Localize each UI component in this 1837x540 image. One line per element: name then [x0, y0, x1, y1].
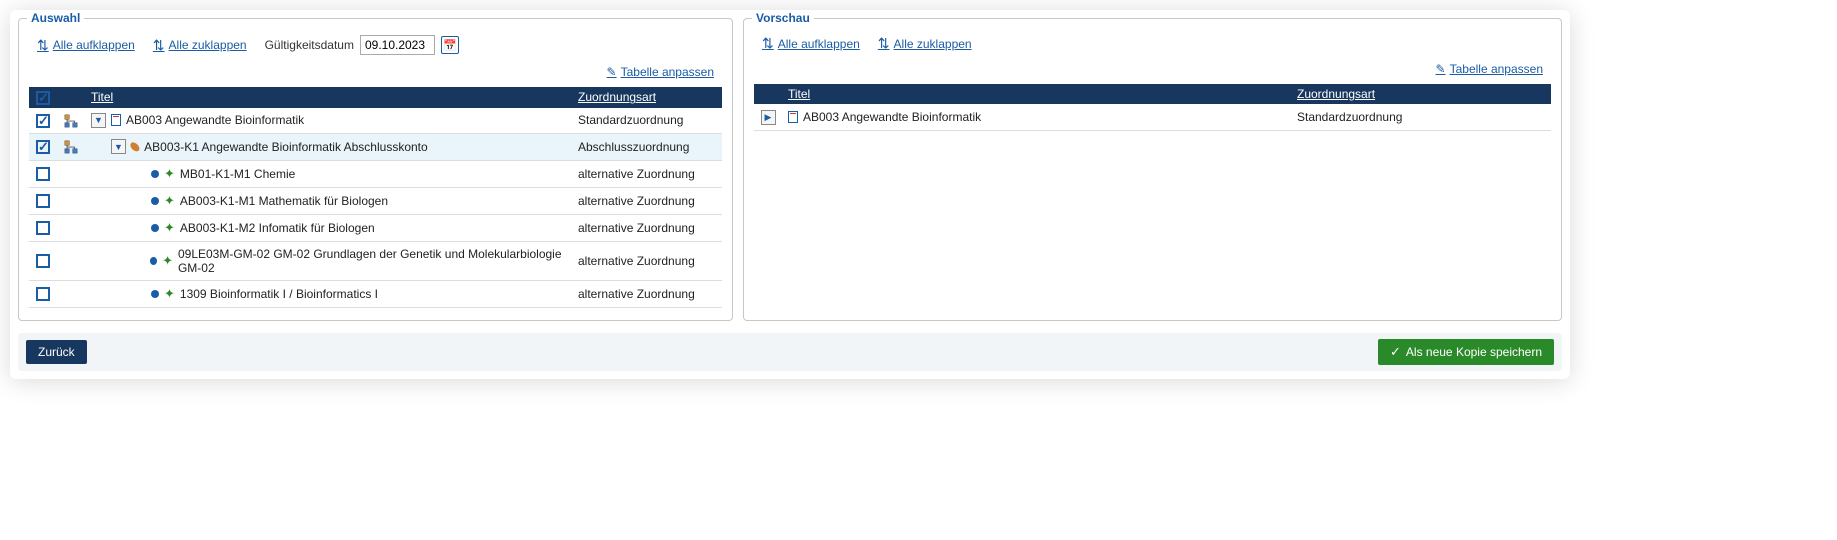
auswahl-title: Auswahl: [27, 11, 84, 25]
row-title: 09LE03M-GM-02 GM-02 Grundlagen der Genet…: [178, 247, 566, 275]
preview-row[interactable]: ▶ AB003 Angewandte Bioinformatik Standardz…: [754, 104, 1551, 131]
title-header[interactable]: Titel: [85, 87, 572, 108]
hierarchy-icon: [64, 139, 78, 153]
expand-toggle[interactable]: ▼: [91, 113, 106, 128]
row-title: 1309 Bioinformatik I / Bioinformatics I: [180, 287, 378, 301]
preview-assignment-type-header[interactable]: Zuordnungsart: [1291, 84, 1551, 104]
table-row[interactable]: ✦ MB01-K1-M1 Chemie alternative Zuordnung: [29, 160, 722, 187]
row-checkbox[interactable]: [36, 114, 50, 128]
save-copy-label: Als neue Kopie speichern: [1406, 345, 1542, 359]
row-checkbox[interactable]: [36, 221, 50, 235]
table-row[interactable]: ✦ 1309 Bioinformatik I / Bioinformatics I…: [29, 280, 722, 307]
expand-spacer: [131, 253, 145, 268]
puzzle-icon: ✦: [162, 253, 173, 269]
vorschau-title: Vorschau: [752, 11, 814, 25]
row-checkbox[interactable]: [36, 254, 50, 268]
hierarchy-header: [57, 87, 85, 108]
expand-spacer: [131, 286, 146, 301]
table-row[interactable]: ▼⬮AB003-K1 Angewandte Bioinformatik Absc…: [29, 133, 722, 160]
row-title: MB01-K1-M1 Chemie: [180, 167, 295, 181]
expand-all-icon: ⇅: [37, 37, 49, 54]
row-checkbox[interactable]: [36, 194, 50, 208]
back-button[interactable]: Zurück: [26, 340, 87, 364]
assignment-type-header[interactable]: Zuordnungsart: [572, 87, 722, 108]
expand-spacer: [131, 193, 146, 208]
validity-date-group: Gültigkeitsdatum 📅: [265, 35, 459, 55]
adjust-table-link[interactable]: ✎ Tabelle anpassen: [607, 65, 714, 79]
pencil-icon: ✎: [1436, 62, 1446, 76]
vorschau-panel: Vorschau ⇅ Alle aufklappen ⇅ Alle zuklap…: [743, 18, 1562, 321]
collapse-all-icon: ⇅: [153, 37, 165, 54]
preview-row-title: AB003 Angewandte Bioinformatik: [803, 110, 981, 124]
calendar-button[interactable]: 📅: [441, 36, 459, 54]
dot-icon: [150, 257, 157, 265]
row-title: AB003-K1-M2 Infomatik für Biologen: [180, 221, 375, 235]
expand-toggle[interactable]: ▶: [761, 110, 776, 125]
preview-adjust-table-label: Tabelle anpassen: [1450, 62, 1543, 76]
select-all-checkbox[interactable]: [36, 91, 50, 105]
row-assignment-type: alternative Zuordnung: [572, 214, 722, 241]
row-checkbox[interactable]: [36, 167, 50, 181]
puzzle-icon: ✦: [164, 193, 175, 209]
row-assignment-type: Standardzuordnung: [572, 108, 722, 134]
validity-date-label: Gültigkeitsdatum: [265, 38, 354, 52]
table-row[interactable]: ✦ 09LE03M-GM-02 GM-02 Grundlagen der Gene…: [29, 241, 722, 280]
collapse-all-icon: ⇅: [878, 35, 890, 52]
preview-collapse-all-label: Alle zuklappen: [894, 37, 972, 51]
calendar-icon: 📅: [443, 39, 457, 52]
table-row[interactable]: ✦ AB003-K1-M1 Mathematik für Biologen alte…: [29, 187, 722, 214]
preview-collapse-all-link[interactable]: ⇅ Alle zuklappen: [878, 35, 972, 52]
row-title: AB003-K1-M1 Mathematik für Biologen: [180, 194, 388, 208]
dot-icon: [151, 170, 159, 178]
preview-adjust-table-link[interactable]: ✎ Tabelle anpassen: [1436, 62, 1543, 76]
row-assignment-type: alternative Zuordnung: [572, 241, 722, 280]
row-title: AB003 Angewandte Bioinformatik: [126, 113, 304, 127]
vorschau-table: Titel Zuordnungsart ▶ AB003 Angewandte Bi…: [754, 84, 1551, 131]
vorschau-toolbar: ⇅ Alle aufklappen ⇅ Alle zuklappen: [754, 25, 1551, 58]
back-button-label: Zurück: [38, 345, 75, 359]
expand-spacer: [131, 166, 146, 181]
check-icon: ✓: [1390, 344, 1401, 360]
expand-all-label: Alle aufklappen: [53, 38, 135, 52]
table-row[interactable]: ✦ AB003-K1-M2 Infomatik für Biologen alter…: [29, 214, 722, 241]
pencil-icon: ✎: [607, 65, 617, 79]
preview-expand-all-link[interactable]: ⇅ Alle aufklappen: [762, 35, 860, 52]
puzzle-icon: ✦: [164, 166, 175, 182]
row-assignment-type: alternative Zuordnung: [572, 160, 722, 187]
row-assignment-type: Abschlusszuordnung: [572, 133, 722, 160]
document-icon: [788, 111, 798, 123]
expand-toggle[interactable]: ▼: [111, 139, 126, 154]
pill-icon: ⬮: [127, 138, 144, 155]
hierarchy-icon: [64, 113, 78, 127]
validity-date-input[interactable]: [360, 35, 435, 55]
select-all-header[interactable]: [29, 87, 57, 108]
dot-icon: [151, 224, 159, 232]
preview-expand-header: [754, 84, 782, 104]
footer-bar: Zurück ✓ Als neue Kopie speichern: [18, 333, 1562, 371]
expand-all-link[interactable]: ⇅ Alle aufklappen: [37, 37, 135, 54]
puzzle-icon: ✦: [164, 220, 175, 236]
collapse-all-link[interactable]: ⇅ Alle zuklappen: [153, 37, 247, 54]
preview-title-header[interactable]: Titel: [782, 84, 1291, 104]
row-assignment-type: alternative Zuordnung: [572, 280, 722, 307]
adjust-table-label: Tabelle anpassen: [621, 65, 714, 79]
auswahl-table: Titel Zuordnungsart ▼AB003 Angewandte Bi…: [29, 87, 722, 308]
preview-row-type: Standardzuordnung: [1291, 104, 1551, 131]
collapse-all-label: Alle zuklappen: [169, 38, 247, 52]
row-title: AB003-K1 Angewandte Bioinformatik Abschl…: [144, 140, 428, 154]
dot-icon: [151, 197, 159, 205]
table-row[interactable]: ▼ AB003 Angewandte Bioinformatik Standardz…: [29, 108, 722, 134]
dot-icon: [151, 290, 159, 298]
auswahl-toolbar: ⇅ Alle aufklappen ⇅ Alle zuklappen Gülti…: [29, 25, 722, 61]
auswahl-panel: Auswahl ⇅ Alle aufklappen ⇅ Alle zuklapp…: [18, 18, 733, 321]
save-copy-button[interactable]: ✓ Als neue Kopie speichern: [1378, 339, 1554, 365]
expand-spacer: [131, 220, 146, 235]
puzzle-icon: ✦: [164, 286, 175, 302]
row-checkbox[interactable]: [36, 140, 50, 154]
row-assignment-type: alternative Zuordnung: [572, 187, 722, 214]
expand-all-icon: ⇅: [762, 35, 774, 52]
row-checkbox[interactable]: [36, 287, 50, 301]
document-icon: [111, 114, 121, 126]
preview-expand-all-label: Alle aufklappen: [778, 37, 860, 51]
